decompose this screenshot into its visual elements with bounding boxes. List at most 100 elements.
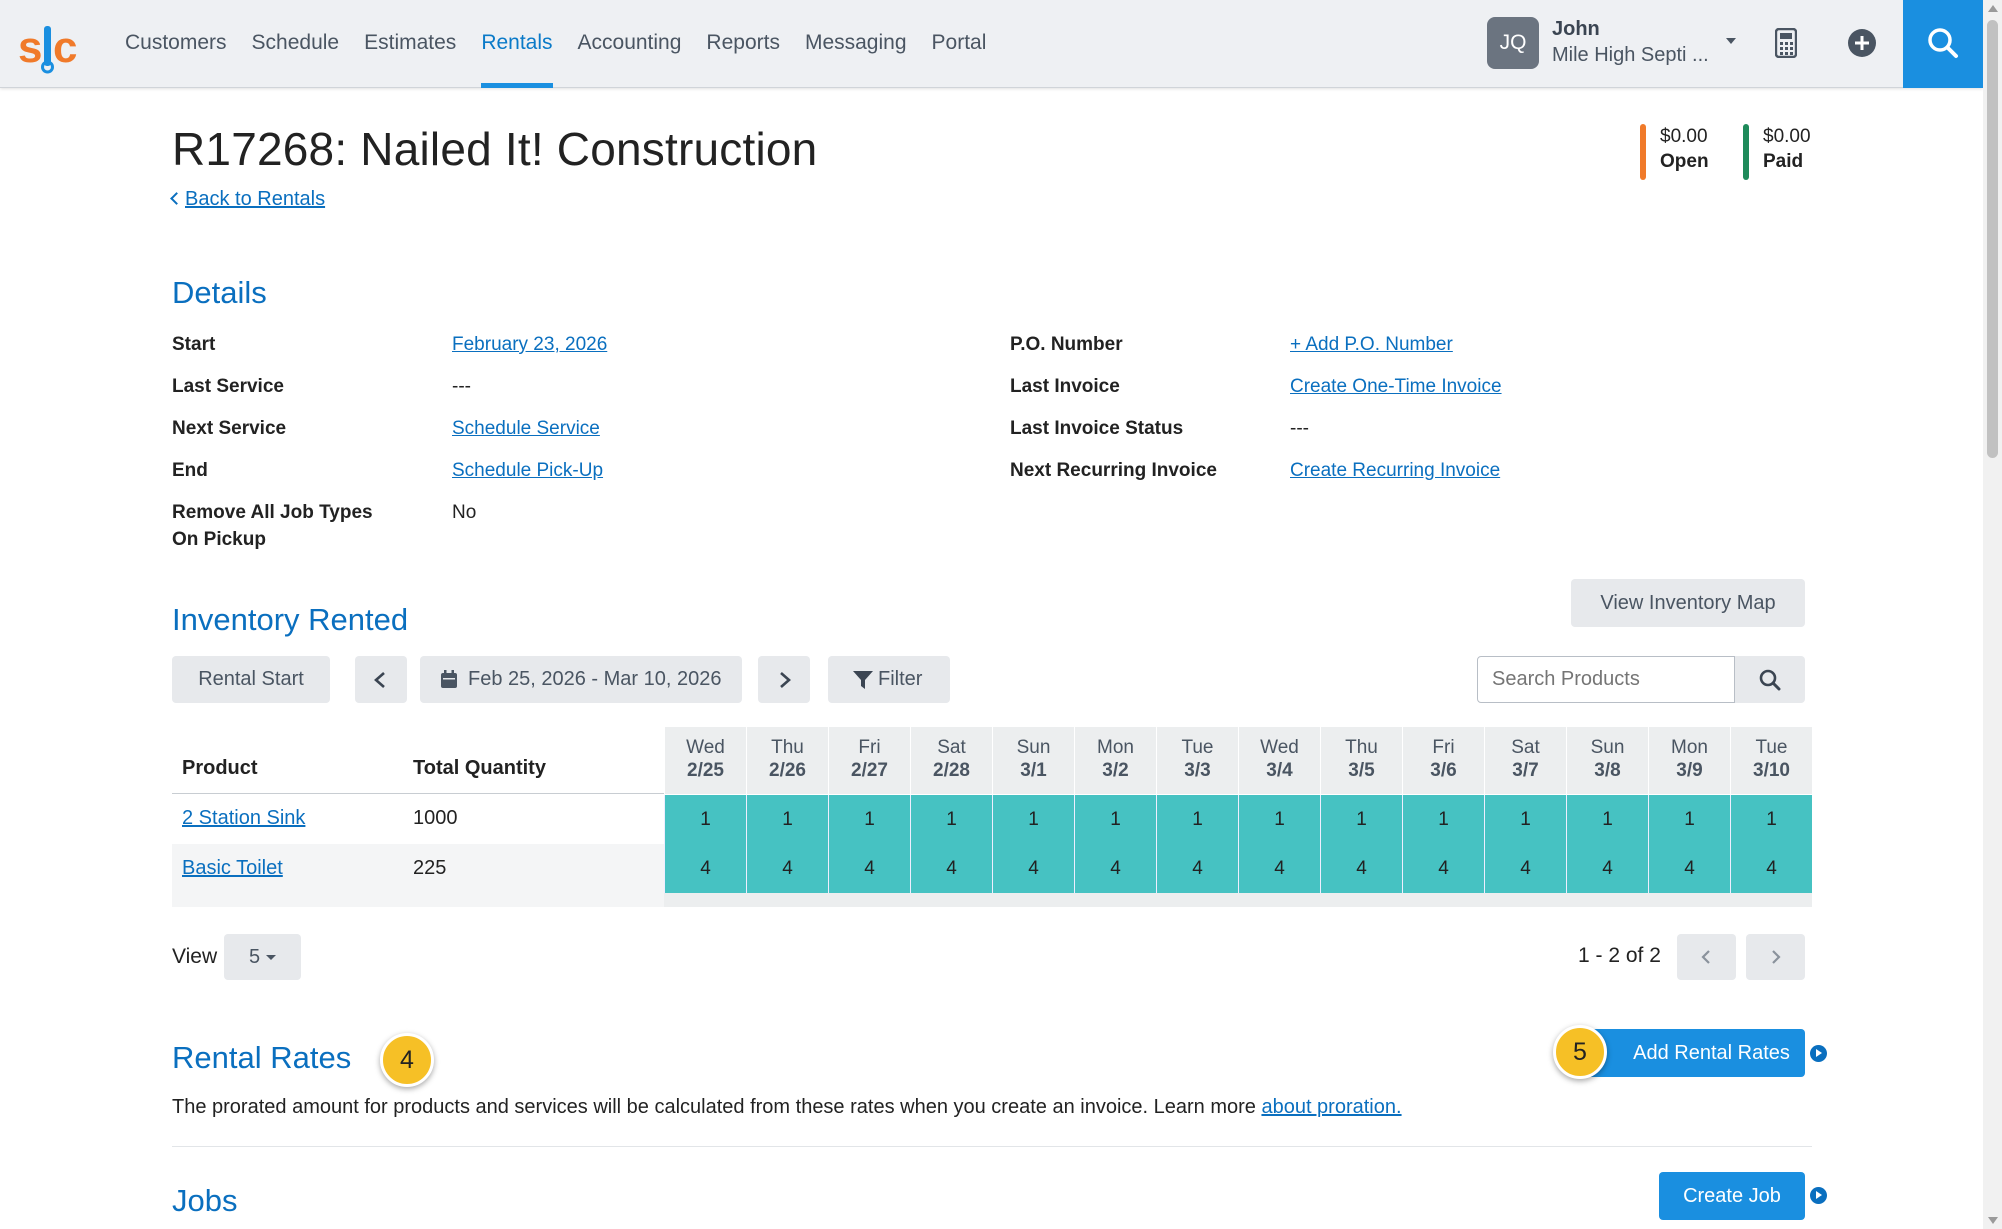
day-date: 2/27 (851, 760, 888, 781)
scroll-thumb[interactable] (1987, 20, 1998, 458)
day-column-header: Sun 3/1 (992, 727, 1074, 794)
rental-quantity-cell[interactable]: 4 (1156, 844, 1238, 893)
day-column-header: Wed 3/4 (1238, 727, 1320, 794)
plus-circle-icon[interactable] (1847, 28, 1877, 58)
nav-reports[interactable]: Reports (706, 0, 780, 88)
rental-quantity-cell[interactable]: 1 (1402, 795, 1484, 844)
rental-quantity-cell[interactable]: 1 (992, 795, 1074, 844)
nav-portal[interactable]: Portal (932, 0, 987, 88)
search-icon (1759, 669, 1781, 691)
day-column-header: Tue 3/10 (1730, 727, 1812, 794)
rental-quantity-cell[interactable]: 4 (910, 844, 992, 893)
rental-quantity-cell[interactable]: 4 (1566, 844, 1648, 893)
rental-quantity-cell[interactable]: 4 (664, 844, 746, 893)
caret-down-icon[interactable] (1726, 38, 1736, 44)
rental-quantity-cell[interactable]: 1 (746, 795, 828, 844)
day-of-week: Mon (1671, 737, 1708, 758)
back-to-rentals-link[interactable]: Back to Rentals (170, 188, 325, 211)
nav-rentals[interactable]: Rentals (481, 0, 553, 88)
page-scrollbar[interactable] (1983, 0, 2002, 1229)
day-column-header: Mon 3/2 (1074, 727, 1156, 794)
rental-quantity-cell[interactable]: 4 (1484, 844, 1566, 893)
nav-schedule[interactable]: Schedule (252, 0, 340, 88)
date-range-button[interactable]: Feb 25, 2026 - Mar 10, 2026 (420, 656, 742, 703)
create-one-time-invoice-link[interactable]: Create One-Time Invoice (1290, 373, 1502, 400)
create-recurring-invoice-link[interactable]: Create Recurring Invoice (1290, 457, 1500, 484)
about-proration-link[interactable]: about proration. (1261, 1096, 1401, 1118)
play-circle-icon[interactable] (1810, 1187, 1827, 1204)
rental-quantity-cell[interactable]: 1 (828, 795, 910, 844)
next-range-button[interactable] (758, 656, 810, 703)
day-date: 3/10 (1753, 760, 1790, 781)
day-of-week: Tue (1755, 737, 1788, 758)
scroll-down-icon[interactable] (1988, 1217, 1998, 1224)
search-products-button[interactable] (1735, 656, 1805, 703)
nav-customers[interactable]: Customers (125, 0, 227, 88)
prev-range-button[interactable] (355, 656, 407, 703)
start-date-link[interactable]: February 23, 2026 (452, 331, 607, 358)
play-circle-icon[interactable] (1810, 1045, 1827, 1062)
page-size-value: 5 (249, 946, 261, 968)
schedule-service-link[interactable]: Schedule Service (452, 415, 600, 442)
user-company[interactable]: Mile High Septi ... (1552, 44, 1709, 67)
product-column-header[interactable]: Product (182, 757, 258, 780)
rental-start-button[interactable]: Rental Start (172, 656, 330, 703)
product-link-2-station-sink[interactable]: 2 Station Sink (182, 807, 305, 830)
rental-quantity-cell[interactable]: 1 (1484, 795, 1566, 844)
rental-quantity-cell[interactable]: 4 (1402, 844, 1484, 893)
schedule-pickup-link[interactable]: Schedule Pick-Up (452, 457, 603, 484)
day-date: 3/2 (1102, 760, 1129, 781)
rental-quantity-cell[interactable]: 4 (1320, 844, 1402, 893)
rental-quantity-cell[interactable]: 1 (1238, 795, 1320, 844)
scroll-up-icon[interactable] (1988, 5, 1998, 12)
rental-quantity-cell[interactable]: 4 (1238, 844, 1320, 893)
user-name[interactable]: John (1552, 18, 1600, 41)
rental-quantity-cell[interactable]: 4 (992, 844, 1074, 893)
remove-job-types-label-line2: On Pickup (172, 529, 266, 550)
avatar[interactable]: JQ (1487, 17, 1539, 69)
rental-quantity-cell[interactable]: 1 (1320, 795, 1402, 844)
rental-quantity-cell[interactable]: 1 (1648, 795, 1730, 844)
day-of-week: Wed (686, 737, 725, 758)
rental-quantity-cell[interactable]: 4 (828, 844, 910, 893)
next-page-button[interactable] (1746, 934, 1805, 980)
rental-quantity-cell[interactable]: 1 (1566, 795, 1648, 844)
day-of-week: Thu (1345, 737, 1378, 758)
nav-messaging[interactable]: Messaging (805, 0, 907, 88)
rental-quantity-cell[interactable]: 4 (1648, 844, 1730, 893)
add-po-number-link[interactable]: + Add P.O. Number (1290, 331, 1453, 358)
rental-rates-heading: Rental Rates (172, 1040, 352, 1075)
rental-quantity-cell[interactable]: 4 (1074, 844, 1156, 893)
last-invoice-status-value: --- (1290, 418, 1309, 439)
rental-quantity-cell[interactable]: 1 (1730, 795, 1812, 844)
day-column-header: Sun 3/8 (1566, 727, 1648, 794)
open-amount: $0.00 (1660, 126, 1708, 147)
global-search-button[interactable] (1903, 0, 1983, 88)
rental-quantity-cell[interactable]: 1 (664, 795, 746, 844)
calculator-icon[interactable] (1775, 28, 1797, 58)
calendar-icon (441, 670, 457, 688)
create-job-button[interactable]: Create Job (1659, 1172, 1805, 1220)
prev-page-button[interactable] (1677, 934, 1736, 980)
table-bottom-strip (172, 893, 664, 907)
proration-description: The prorated amount for products and ser… (172, 1096, 1402, 1119)
app-logo[interactable]: s c (18, 20, 78, 74)
nav-estimates[interactable]: Estimates (364, 0, 456, 88)
page-size-select[interactable]: 5 (224, 934, 301, 980)
add-rental-rates-button[interactable]: Add Rental Rates (1578, 1029, 1805, 1077)
search-products-input[interactable] (1477, 656, 1735, 703)
view-inventory-map-button[interactable]: View Inventory Map (1571, 579, 1805, 627)
rental-quantity-cell[interactable]: 1 (1156, 795, 1238, 844)
rental-quantity-cell[interactable]: 4 (1730, 844, 1812, 893)
rental-quantity-cell[interactable]: 4 (746, 844, 828, 893)
last-invoice-status-label: Last Invoice Status (1010, 418, 1184, 439)
product-link-basic-toilet[interactable]: Basic Toilet (182, 857, 283, 880)
filter-button[interactable]: Filter (828, 656, 950, 703)
rental-quantity-cell[interactable]: 1 (1074, 795, 1156, 844)
chevron-left-icon (170, 192, 183, 205)
nav-accounting[interactable]: Accounting (578, 0, 682, 88)
day-date: 3/9 (1676, 760, 1703, 781)
total-quantity-column-header[interactable]: Total Quantity (413, 757, 546, 780)
day-column-header: Sat 2/28 (910, 727, 992, 794)
rental-quantity-cell[interactable]: 1 (910, 795, 992, 844)
